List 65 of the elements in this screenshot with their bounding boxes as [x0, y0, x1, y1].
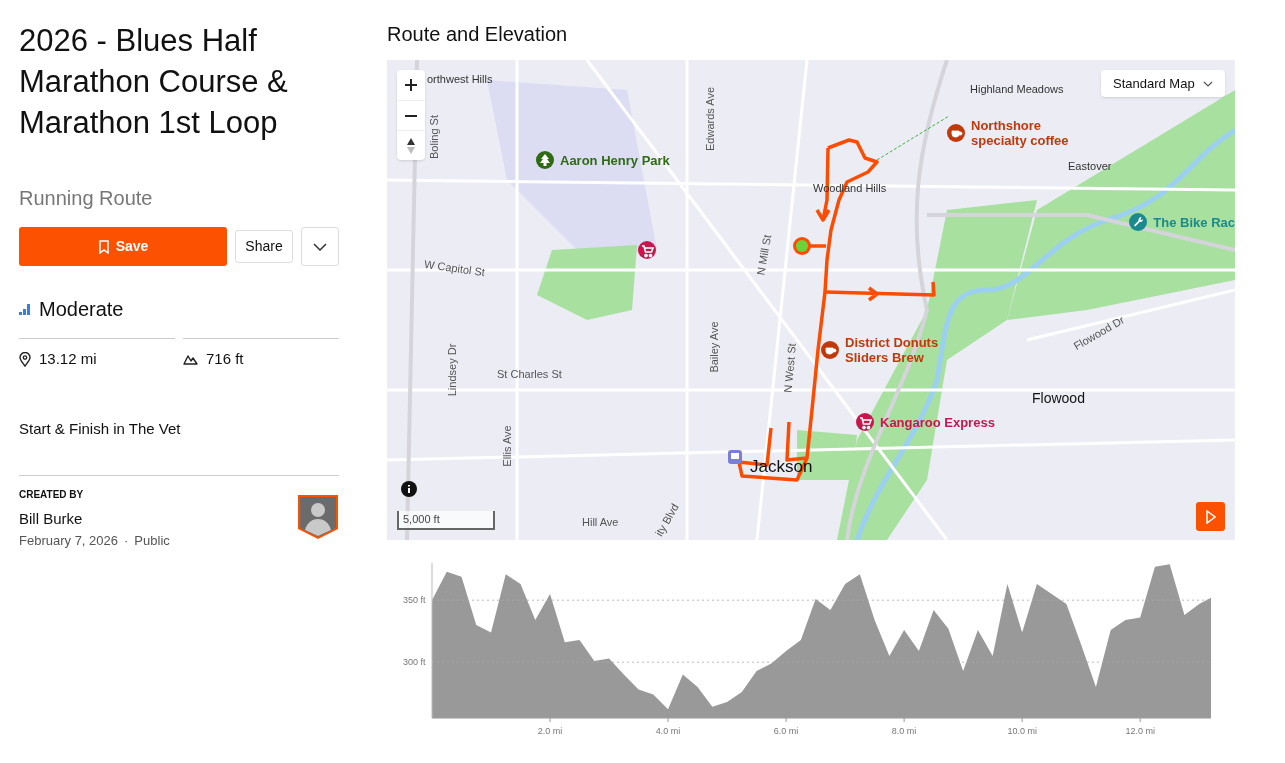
street-label: Bailey Ave	[706, 321, 721, 373]
route-title: 2026 - Blues Half Marathon Course & Marathon 1st Loop	[19, 22, 289, 142]
y-tick-label: 350 ft	[403, 595, 426, 606]
cart-icon[interactable]	[856, 413, 874, 431]
difficulty-label: Moderate	[39, 297, 124, 322]
more-options-button[interactable]	[301, 227, 339, 266]
start-marker	[793, 237, 811, 255]
cup-icon[interactable]	[821, 341, 839, 359]
scale-bar: 5,000 ft	[397, 511, 495, 530]
street-label: St Charles St	[497, 367, 562, 382]
map-type-dropdown[interactable]: Standard Map	[1101, 70, 1225, 97]
place-label[interactable]: Kangaroo Express	[880, 414, 995, 430]
cart-icon[interactable]	[638, 241, 656, 259]
minus-icon	[405, 114, 417, 117]
street-label: Hill Ave	[582, 515, 619, 530]
stat-value: 716 ft	[206, 349, 244, 369]
location-pin-icon	[19, 351, 31, 367]
place-label[interactable]: District Donuts Sliders Brew	[845, 335, 949, 365]
x-tick-label: 2.0 mi	[537, 726, 563, 736]
bookmark-icon	[97, 239, 110, 254]
chevron-down-icon	[313, 242, 327, 251]
area-label: Eastover	[1068, 159, 1112, 174]
avatar-silhouette[interactable]	[297, 494, 339, 540]
x-tick-label: 12.0 mi	[1125, 726, 1155, 736]
stat-value: 13.12 mi	[39, 349, 97, 369]
street-label: N Mill St	[753, 233, 775, 277]
created-by-heading: CREATED BY	[19, 488, 85, 502]
created-date: February 7, 2026	[19, 531, 118, 550]
creator-name[interactable]: Bill Burke	[19, 508, 170, 531]
signal-bars-icon	[19, 303, 31, 315]
place-label[interactable]: Northshore specialty coffee	[971, 118, 1091, 148]
play-button[interactable]	[1196, 502, 1225, 531]
wrench-icon[interactable]	[1129, 213, 1148, 231]
area-label: orthwest Hills	[427, 72, 493, 87]
street-label: W Capitol St	[423, 256, 486, 281]
chevron-down-icon	[1203, 80, 1213, 87]
street-label: Edwards Ave	[702, 87, 717, 151]
x-tick-label: 4.0 mi	[655, 726, 681, 736]
info-icon[interactable]	[401, 481, 417, 497]
x-tick-label: 6.0 mi	[773, 726, 799, 736]
street-label: Ellis Ave	[499, 425, 514, 467]
place-label[interactable]: The Bike Rac	[1153, 214, 1235, 230]
x-tick-label: 8.0 mi	[891, 726, 917, 736]
transit-icon	[728, 450, 742, 464]
tree-icon[interactable]	[536, 151, 554, 169]
street-label: N West St	[780, 342, 799, 394]
city-label: Flowood	[1032, 389, 1085, 408]
play-icon	[1205, 509, 1216, 524]
separator-dot: ·	[124, 531, 129, 550]
section-title: Route and Elevation	[387, 22, 569, 46]
visibility-label: Public	[134, 531, 170, 550]
save-button[interactable]: Save	[19, 227, 227, 266]
route-description: Start & Finish in The Vet	[19, 418, 182, 439]
plus-icon	[405, 79, 417, 91]
cup-icon[interactable]	[947, 124, 965, 142]
route-type: Running Route	[19, 186, 154, 211]
share-button[interactable]: Share	[235, 230, 293, 263]
place-label[interactable]: Aaron Henry Park	[560, 152, 670, 168]
y-tick-label: 300 ft	[403, 657, 426, 668]
mountain-icon	[183, 353, 198, 365]
street-label: Boling St	[426, 115, 441, 159]
compass-icon	[407, 137, 415, 154]
x-tick-label: 10.0 mi	[1007, 726, 1037, 736]
street-label: Lindsey Dr	[444, 343, 459, 397]
area-label: Highland Meadows	[970, 82, 1064, 97]
